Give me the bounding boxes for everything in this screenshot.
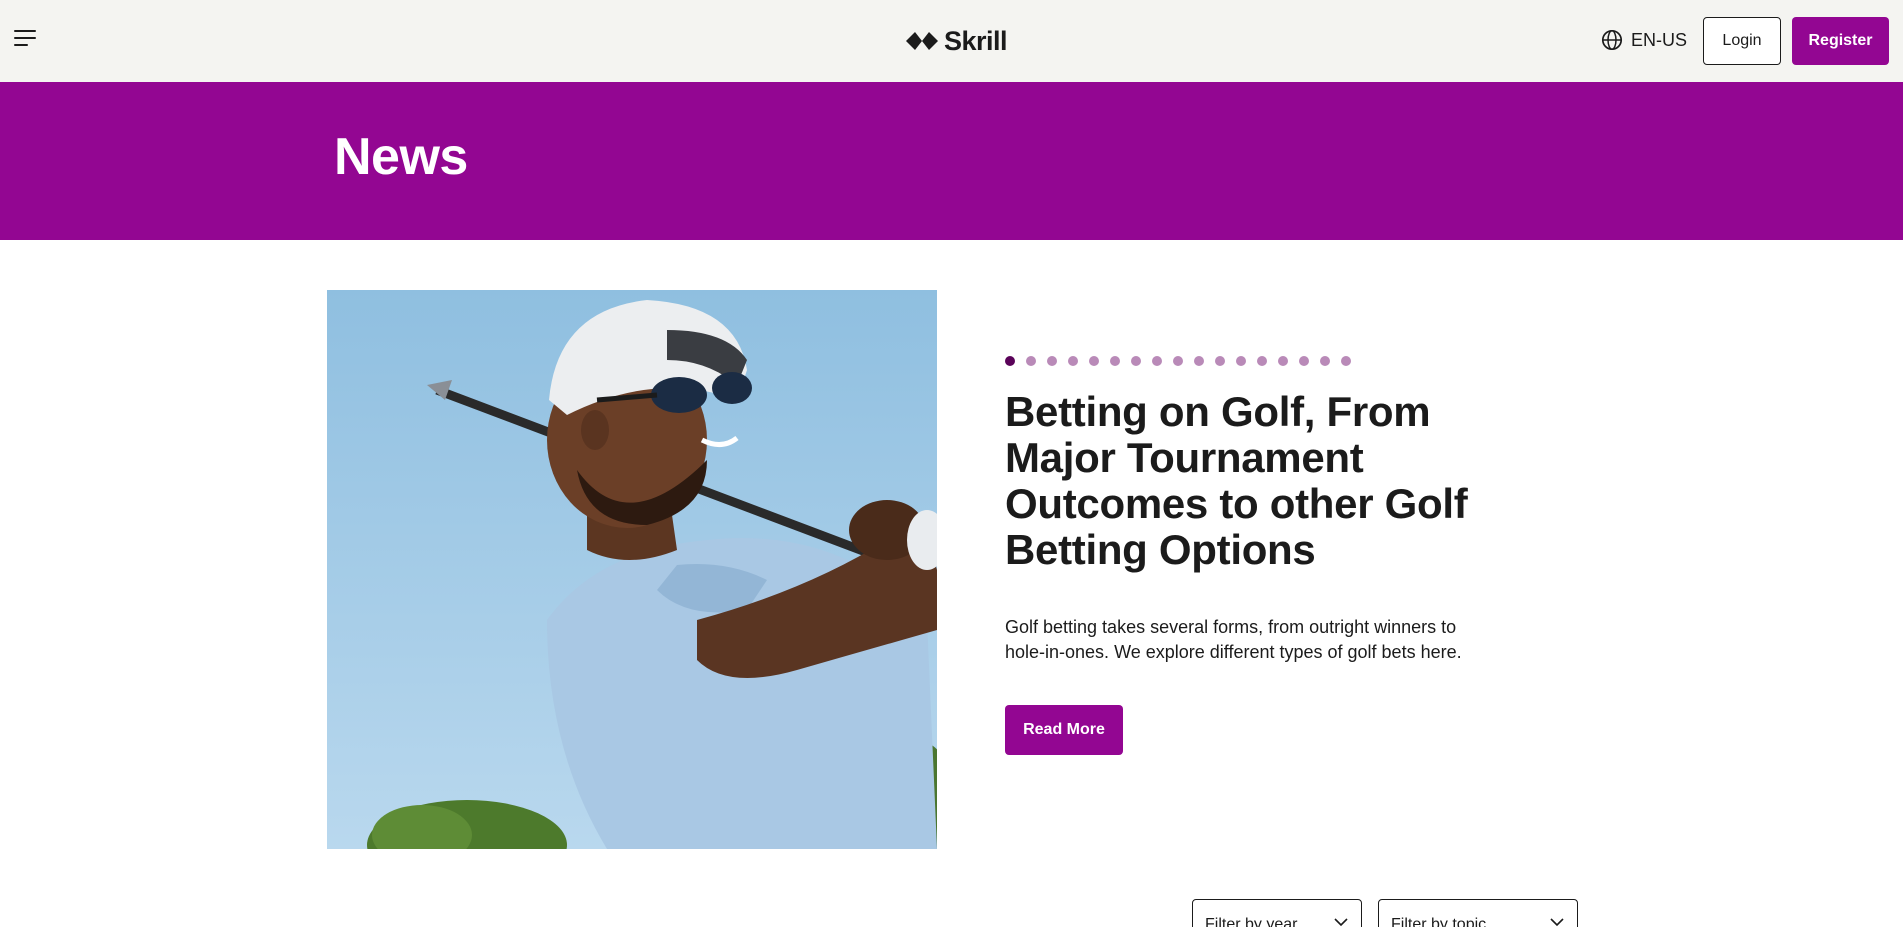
featured-article-description: Golf betting takes several forms, from o… [1005,617,1462,662]
carousel-dot[interactable] [1278,356,1288,366]
carousel-dot[interactable] [1341,356,1351,366]
filter-by-topic-select[interactable]: Filter by topic [1378,899,1578,927]
page-title: News [334,128,468,186]
carousel-dot[interactable] [1257,356,1267,366]
skrill-logo[interactable]: Skrill [906,25,1008,56]
carousel-dot[interactable] [1299,356,1309,366]
carousel-dot[interactable] [1194,356,1204,366]
globe-icon [1601,29,1623,51]
golfer-photo [327,290,937,849]
news-banner: News [0,82,1903,240]
login-button[interactable]: Login [1703,17,1781,65]
carousel-dots [1005,356,1351,366]
carousel-dot[interactable] [1110,356,1120,366]
carousel-dot[interactable] [1047,356,1057,366]
carousel-dot[interactable] [1320,356,1330,366]
language-label: EN-US [1631,29,1688,50]
featured-article-title[interactable]: Betting on Golf, From Major Tournament O… [1005,389,1485,573]
carousel-dot[interactable] [1215,356,1225,366]
chevron-down-icon [1334,918,1348,927]
register-button[interactable]: Register [1792,17,1889,65]
skrill-logo-mark-icon [906,32,938,50]
filter-year-placeholder: Filter by year [1205,916,1298,927]
filter-topic-placeholder: Filter by topic [1391,916,1487,927]
carousel-dot[interactable] [1068,356,1078,366]
carousel-dot[interactable] [1152,356,1162,366]
read-more-button[interactable]: Read More [1005,705,1123,755]
logo-text: Skrill [944,25,1008,56]
carousel-dot[interactable] [1005,356,1015,366]
carousel-dot[interactable] [1131,356,1141,366]
featured-article-image[interactable] [327,290,937,849]
chevron-down-icon [1550,918,1564,927]
language-selector[interactable]: EN-US [1601,29,1687,51]
carousel-dot[interactable] [1173,356,1183,366]
hamburger-menu-icon[interactable] [14,30,38,52]
carousel-dot[interactable] [1089,356,1099,366]
carousel-dot[interactable] [1026,356,1036,366]
filter-by-year-select[interactable]: Filter by year [1192,899,1362,927]
site-header: Skrill EN-US Login Register [0,0,1903,82]
carousel-dot[interactable] [1236,356,1246,366]
